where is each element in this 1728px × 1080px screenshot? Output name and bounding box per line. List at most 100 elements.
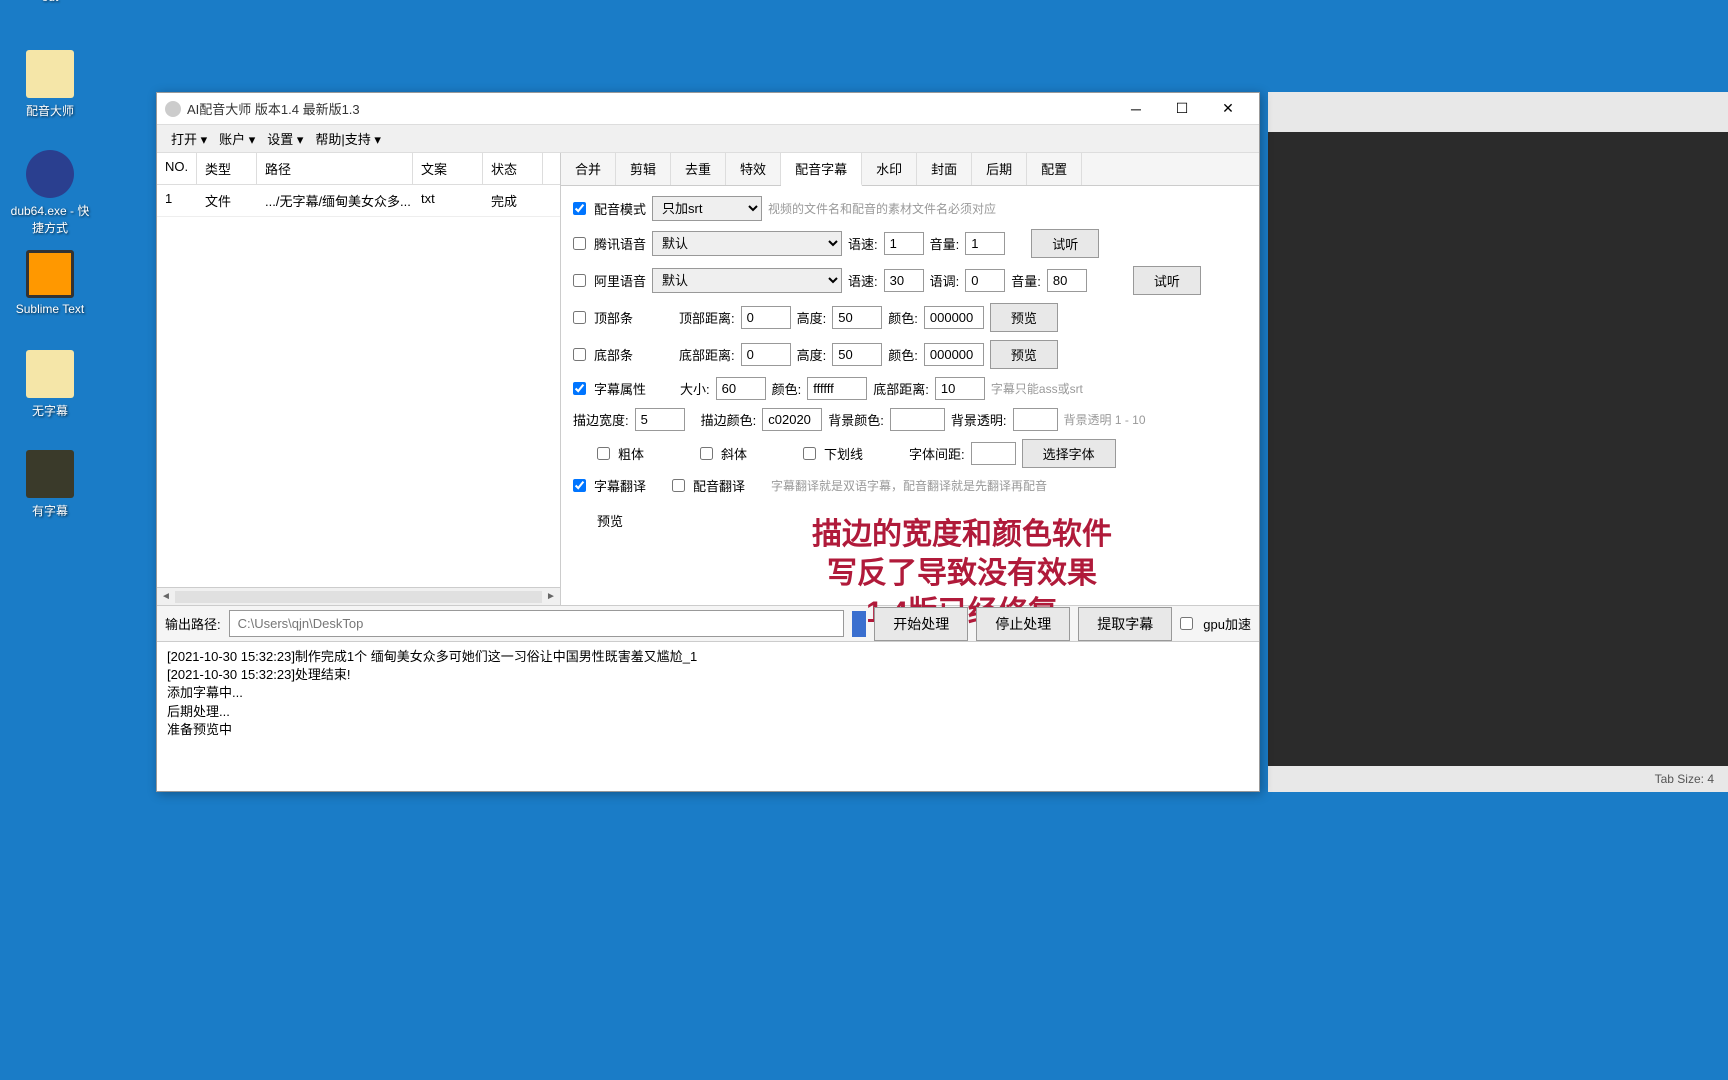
outline-bgalpha-input[interactable]	[1013, 408, 1058, 431]
tencent-checkbox[interactable]	[573, 237, 586, 250]
subtranslate-checkbox[interactable]	[573, 479, 586, 492]
bottombar-checkbox[interactable]	[573, 348, 586, 361]
table-row[interactable]: 1 文件 .../无字幕/缅甸美女众多... txt 完成	[157, 185, 560, 217]
output-path-label: 输出路径:	[165, 614, 221, 633]
col-status[interactable]: 状态	[483, 153, 543, 184]
left-panel: NO. 类型 路径 文案 状态 1 文件 .../无字幕/缅甸美女众多... t…	[157, 153, 561, 605]
right-panel: 合并 剪辑 去重 特效 配音字幕 水印 封面 后期 配置 配音模式 只加srt …	[561, 153, 1259, 605]
scroll-track[interactable]	[175, 591, 542, 603]
bottombar-preview-button[interactable]: 预览	[990, 340, 1058, 369]
subattr-hint: 字幕只能ass或srt	[991, 380, 1083, 397]
translate-hint: 字幕翻译就是双语字幕，配音翻译就是先翻译再配音	[771, 477, 1047, 494]
bottombar-height-input[interactable]	[832, 343, 882, 366]
gpu-checkbox[interactable]	[1180, 617, 1193, 630]
topbar-height-input[interactable]	[832, 306, 882, 329]
topbar-checkbox[interactable]	[573, 311, 586, 324]
tab-dedup[interactable]: 去重	[671, 153, 726, 185]
col-no[interactable]: NO.	[157, 153, 197, 184]
ali-checkbox[interactable]	[573, 274, 586, 287]
stop-button[interactable]: 停止处理	[976, 607, 1070, 641]
subattr-size-input[interactable]	[716, 377, 766, 400]
subattr-color-input[interactable]	[807, 377, 867, 400]
spacing-input[interactable]	[971, 442, 1016, 465]
sublime-window: Tab Size: 4	[1268, 92, 1728, 792]
desktop-icon-subtitle[interactable]: 有字幕	[10, 450, 90, 519]
tab-effect[interactable]: 特效	[726, 153, 781, 185]
ali-select[interactable]: 默认	[652, 268, 842, 293]
close-button[interactable]: ✕	[1205, 94, 1251, 124]
menubar: 打开 ▾ 账户 ▾ 设置 ▾ 帮助|支持 ▾	[157, 125, 1259, 153]
log-line: [2021-10-30 15:32:23]制作完成1个 缅甸美女众多可她们这一习…	[167, 648, 1249, 666]
log-line: 后期处理...	[167, 703, 1249, 721]
subattr-checkbox[interactable]	[573, 382, 586, 395]
output-path-input[interactable]	[229, 610, 845, 637]
minimize-button[interactable]: ─	[1113, 94, 1159, 124]
tab-subtitle[interactable]: 配音字幕	[781, 153, 862, 186]
outline-bgcolor-input[interactable]	[890, 408, 945, 431]
topbar-preview-button[interactable]: 预览	[990, 303, 1058, 332]
subattr-label: 字幕属性	[594, 379, 646, 398]
menu-settings[interactable]: 设置 ▾	[261, 125, 309, 152]
bold-checkbox[interactable]	[597, 447, 610, 460]
font-button[interactable]: 选择字体	[1022, 439, 1116, 468]
tencent-vol-input[interactable]	[965, 232, 1005, 255]
dubmode-checkbox[interactable]	[573, 202, 586, 215]
outline-hint: 背景透明 1 - 10	[1064, 411, 1146, 428]
tab-post[interactable]: 后期	[972, 153, 1027, 185]
subattr-bottom-input[interactable]	[935, 377, 985, 400]
scroll-left-icon[interactable]: ◄	[157, 589, 175, 605]
menu-account[interactable]: 账户 ▾	[213, 125, 261, 152]
window-title: AI配音大师 版本1.4 最新版1.3	[187, 99, 1113, 118]
ali-speed-input[interactable]	[884, 269, 924, 292]
italic-checkbox[interactable]	[700, 447, 713, 460]
tab-merge[interactable]: 合并	[561, 153, 616, 185]
tencent-label: 腾讯语音	[594, 234, 646, 253]
titlebar[interactable]: AI配音大师 版本1.4 最新版1.3 ─ ☐ ✕	[157, 93, 1259, 125]
tencent-speed-input[interactable]	[884, 232, 924, 255]
col-doc[interactable]: 文案	[413, 153, 483, 184]
main-window: AI配音大师 版本1.4 最新版1.3 ─ ☐ ✕ 打开 ▾ 账户 ▾ 设置 ▾…	[156, 92, 1260, 792]
ali-vol-input[interactable]	[1047, 269, 1087, 292]
desktop-icon-nosubtitle[interactable]: 无字幕	[10, 350, 90, 419]
scrollbar-horizontal[interactable]: ◄ ►	[157, 587, 560, 605]
browse-button[interactable]	[852, 611, 866, 637]
desktop-icon-out[interactable]: out	[10, 0, 90, 4]
topbar-dist-input[interactable]	[741, 306, 791, 329]
tab-config[interactable]: 配置	[1027, 153, 1082, 185]
folder-icon	[26, 350, 74, 398]
bottombar-dist-input[interactable]	[741, 343, 791, 366]
underline-checkbox[interactable]	[803, 447, 816, 460]
tencent-test-button[interactable]: 试听	[1031, 229, 1099, 258]
extract-button[interactable]: 提取字幕	[1078, 607, 1172, 641]
ali-label: 阿里语音	[594, 271, 646, 290]
col-type[interactable]: 类型	[197, 153, 257, 184]
folder-icon	[26, 450, 74, 498]
tab-clip[interactable]: 剪辑	[616, 153, 671, 185]
log-area[interactable]: [2021-10-30 15:32:23]制作完成1个 缅甸美女众多可她们这一习…	[157, 641, 1259, 759]
bottombar-color-input[interactable]	[924, 343, 984, 366]
tab-cover[interactable]: 封面	[917, 153, 972, 185]
outline-width-input[interactable]	[635, 408, 685, 431]
maximize-button[interactable]: ☐	[1159, 94, 1205, 124]
start-button[interactable]: 开始处理	[874, 607, 968, 641]
dubtranslate-checkbox[interactable]	[672, 479, 685, 492]
topbar-color-input[interactable]	[924, 306, 984, 329]
ali-test-button[interactable]: 试听	[1133, 266, 1201, 295]
desktop-icon-dubmaster[interactable]: 配音大师	[10, 50, 90, 119]
tab-content: 配音模式 只加srt 视频的文件名和配音的素材文件名必须对应 腾讯语音 默认 语…	[561, 186, 1259, 642]
menu-help[interactable]: 帮助|支持 ▾	[309, 125, 387, 152]
desktop-icon-dub64[interactable]: dub64.exe - 快捷方式	[10, 150, 90, 236]
col-path[interactable]: 路径	[257, 153, 413, 184]
desktop-icon-sublime[interactable]: Sublime Text	[10, 250, 90, 316]
outline-color-input[interactable]	[762, 408, 822, 431]
tab-watermark[interactable]: 水印	[862, 153, 917, 185]
log-line: [2021-10-30 15:32:23]处理结束!	[167, 666, 1249, 684]
menu-open[interactable]: 打开 ▾	[165, 125, 213, 152]
ali-tone-input[interactable]	[965, 269, 1005, 292]
tencent-select[interactable]: 默认	[652, 231, 842, 256]
app-icon	[165, 101, 181, 117]
scroll-right-icon[interactable]: ►	[542, 589, 560, 605]
folder-icon	[26, 50, 74, 98]
preview-button[interactable]: 预览	[573, 505, 647, 536]
dubmode-select[interactable]: 只加srt	[652, 196, 762, 221]
